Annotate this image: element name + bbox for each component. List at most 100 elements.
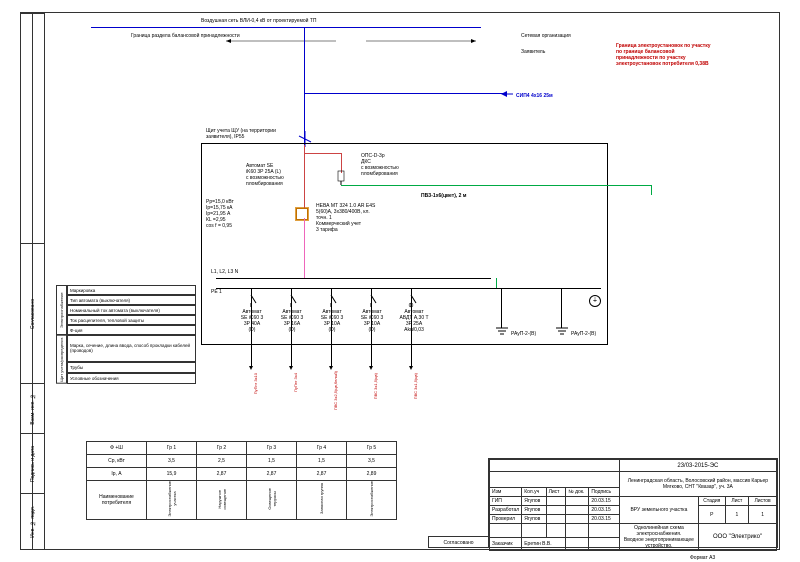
pe-label: PE 1	[211, 289, 222, 295]
drop-wire	[304, 27, 305, 147]
name-cell: Ягупов	[522, 515, 546, 524]
ground-drop-1	[501, 288, 502, 328]
col-sign: Подпись	[589, 488, 619, 497]
out2-note: АвтоматSE iC60 33P 16А(D)	[279, 309, 305, 333]
breaker-2-icon	[287, 295, 296, 307]
col-izm: Изм	[490, 488, 522, 497]
date-cell: 20.03.15	[589, 506, 619, 515]
name-cell: Ягупов	[522, 506, 546, 515]
out-arrow-1	[249, 366, 253, 370]
binding-label-sign: Подпись и дата	[30, 446, 36, 482]
param-val: 15,9	[147, 468, 197, 481]
ground-drop-2	[561, 288, 562, 328]
role-row: ГИП	[490, 497, 522, 506]
sheet-description: Однолинейная схема электроснабжения. Вво…	[619, 524, 698, 551]
dest-val: Освещение террасы	[267, 480, 277, 518]
spec-group-2: Щит учета/распределит.	[56, 335, 67, 384]
param-val: 2,5	[197, 455, 247, 468]
param-val: 2,87	[247, 468, 297, 481]
wire-meter-to-bus	[304, 218, 305, 278]
breaker-1-icon	[247, 295, 256, 307]
param-label: Ф +Ш	[87, 442, 147, 455]
param-val: 3,5	[147, 455, 197, 468]
role-row: Разработал	[490, 506, 522, 515]
note-line-source: Воздушная сеть ВЛИ-0,4 кВ от проектируем…	[201, 18, 317, 24]
binding-label-vzam: Взам. инв. №	[30, 393, 36, 425]
param-val: 2,87	[197, 468, 247, 481]
project-code: 23/03-2015-ЭС	[619, 460, 776, 472]
date-cell: 20.03.15	[589, 515, 619, 524]
spec-row: Марка, сечение, длина ввода, способ прок…	[67, 335, 196, 362]
cable-label-4: ПВС 3х1,5(цв)	[373, 373, 378, 399]
col-kol: Кол.уч	[522, 488, 546, 497]
note-red-boundary: Граница электроустановок по участку по г…	[616, 43, 711, 67]
note-boundary-right: Сетевая организация	[521, 33, 571, 39]
dest-val: Электроснабжение участка	[167, 481, 177, 517]
param-val: Гр 5	[347, 442, 397, 455]
param-val: 2,89	[347, 468, 397, 481]
cable-label-2: ПуПнг 3х4	[293, 373, 298, 392]
overhead-line	[91, 27, 481, 28]
cable-leader	[304, 93, 504, 94]
param-label: Iр, А	[87, 468, 147, 481]
col-list: Лист	[546, 488, 566, 497]
object-title: ВРУ земельного участка	[619, 497, 698, 524]
spec-row: Тип автомата (выключателя)	[67, 295, 196, 305]
date-cell: 20.03.15	[589, 497, 619, 506]
sheets-h: Листов	[749, 497, 777, 506]
sheets-val: 1	[749, 506, 777, 524]
out3-note: АвтоматSE iC60 33P 10А(D)	[319, 309, 345, 333]
spec-row: Ф-ция	[67, 325, 196, 335]
ground-symbol-1-icon	[496, 327, 508, 335]
spd-note: ОПС-D-3р ДКС с возможностью пломбировани…	[361, 153, 399, 177]
earth-icon: ⏚	[589, 295, 601, 307]
breaker-5-icon	[407, 295, 416, 307]
meter-symbol	[296, 208, 308, 220]
out-arrow-2	[289, 366, 293, 370]
out5-note: АвтоматАВДТ A,30 Т3P 25АAku/0,03	[399, 309, 429, 333]
param-val: Гр 3	[247, 442, 297, 455]
name-cell: Еретин В.В.	[522, 537, 566, 551]
spd-symbol-icon	[336, 171, 346, 185]
wire-spd-branch-h	[304, 153, 341, 154]
stage-h: Стадия	[699, 497, 725, 506]
pe-link-1	[496, 278, 497, 288]
param-val: 3,5	[347, 455, 397, 468]
param-val: 2,87	[297, 468, 347, 481]
ground-label-1: PAуП-2-(В)	[511, 331, 536, 337]
busbar-bottom	[216, 288, 491, 289]
load-data-note: Pp=15,0 кВт Ip=15,75 кА Iр=21,95 А КL =2…	[206, 199, 234, 229]
wire-entry-to-breaker	[304, 145, 305, 208]
pe-busbar	[491, 288, 601, 289]
busbar-top	[216, 278, 491, 279]
format-label: Формат А3	[690, 555, 715, 561]
sheet-h: Лист	[725, 497, 749, 506]
spec-row: Маркировка	[67, 285, 196, 295]
role-row: Проверил	[490, 515, 522, 524]
pe-wire-main	[341, 185, 651, 186]
input-breaker-note: Автомат SE iK60 3P 25A (L) с возможность…	[246, 163, 284, 187]
specification-table: Электроснабжение Маркировка Тип автомата…	[56, 285, 196, 384]
dest-val: Наружное освещение	[217, 480, 227, 518]
meter-note: НЕВА МТ 324 1.0 AR E4S 5(60)А, 3х380/400…	[316, 203, 375, 233]
note-boundary-left: Граница раздела балансовой принадлежност…	[131, 33, 240, 39]
out-arrow-3	[329, 366, 333, 370]
stage-val: Р	[699, 506, 725, 524]
ground-label-2: PAуП-2-(В)	[571, 331, 596, 337]
param-val: Гр 1	[147, 442, 197, 455]
left-binding-strip: Инв. № подл. Подпись и дата Взам. инв. №…	[21, 13, 45, 549]
binding-label-inv: Инв. № подл.	[30, 506, 36, 538]
spec-group-1: Электроснабжение	[56, 285, 67, 335]
sheet-val: 1	[725, 506, 749, 524]
ground-symbol-2-icon	[556, 327, 568, 335]
soglasovano-cell: Согласовано	[428, 536, 488, 548]
role-row: Заказчик	[490, 537, 522, 551]
drawing-sheet: Инв. № подл. Подпись и дата Взам. инв. №…	[20, 12, 780, 550]
col-ndoc: № док.	[566, 488, 589, 497]
out1-note: АвтоматSE iC60 33P 40А(D)	[239, 309, 265, 333]
internal-cable-note: ПВЗ-1x6(цвет), 2 м	[421, 193, 467, 199]
company-name: ООО "Электрико"	[699, 524, 777, 551]
bus-label: L1, L2, L3 N	[211, 269, 238, 275]
title-block: 23/03-2015-ЭС Ленинградская область, Вол…	[488, 458, 778, 548]
param-val: Гр 4	[297, 442, 347, 455]
